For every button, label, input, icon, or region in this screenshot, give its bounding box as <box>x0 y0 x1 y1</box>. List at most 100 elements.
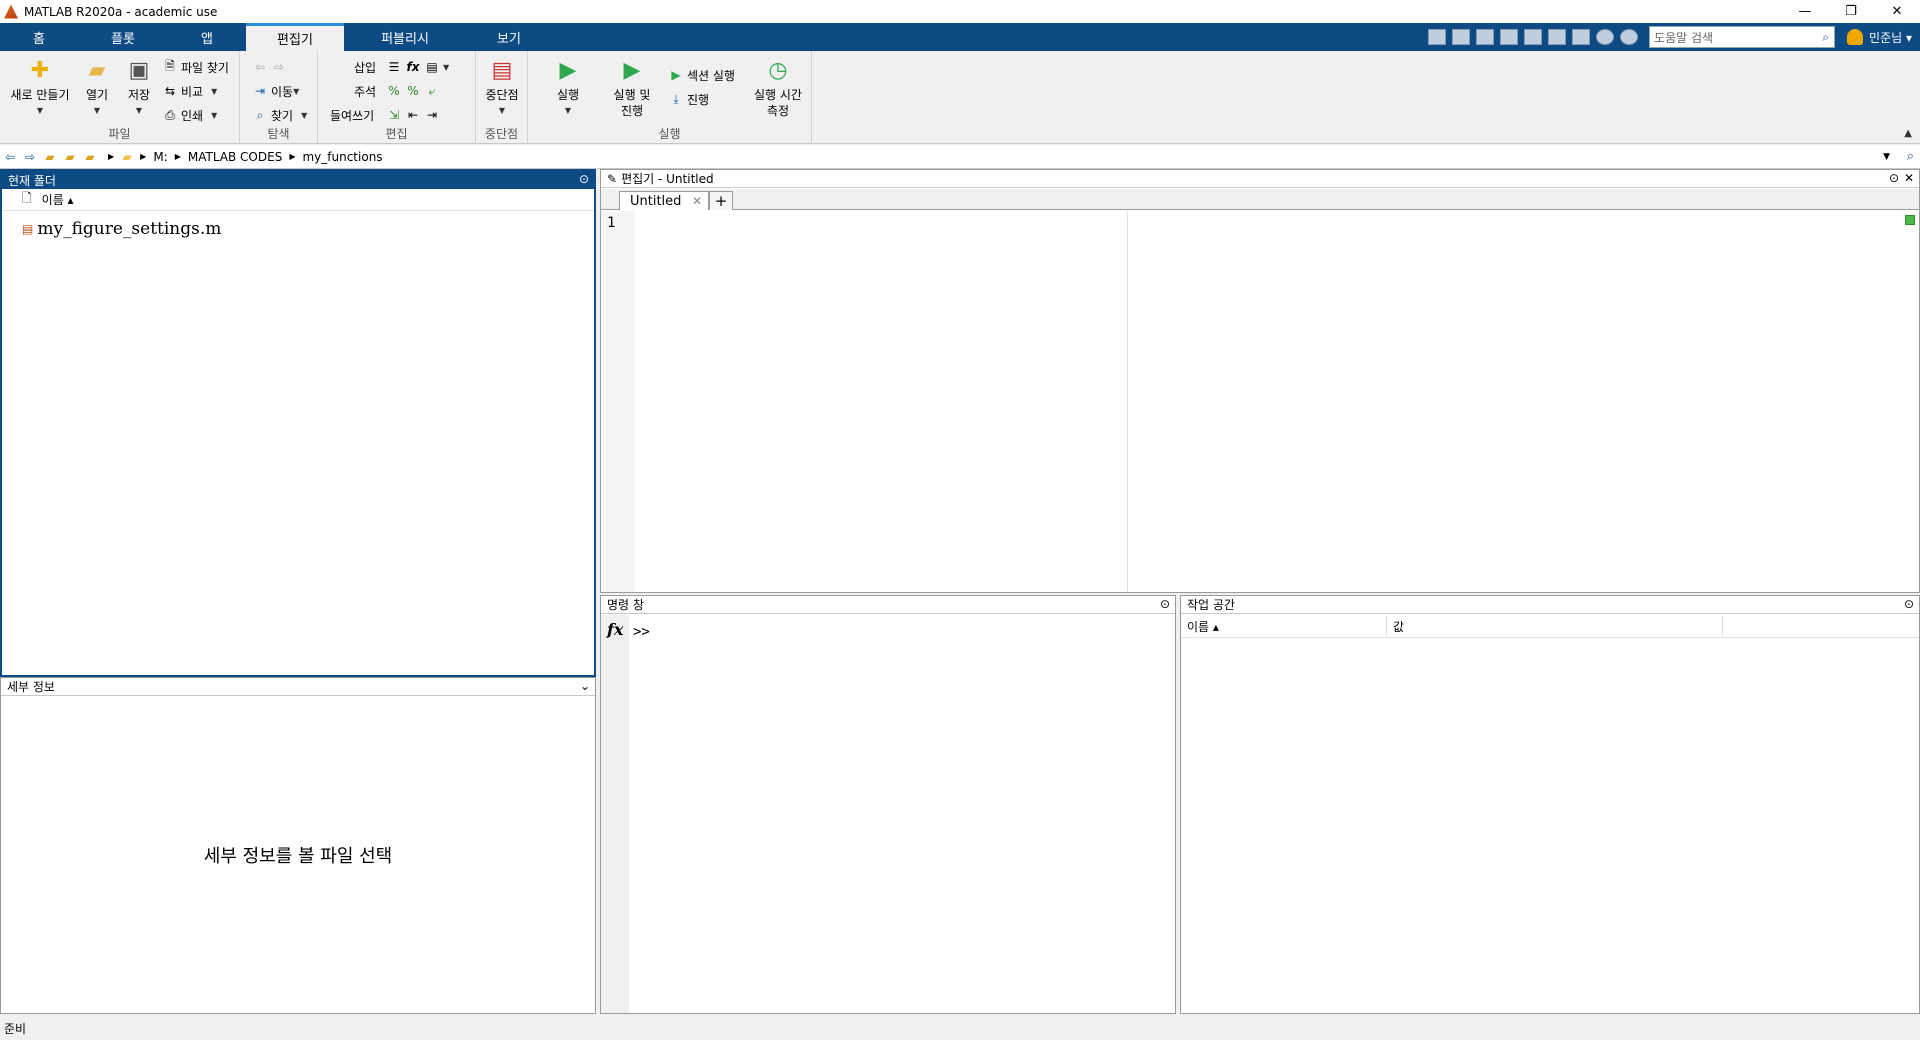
up-one-level-icon[interactable]: ▰ <box>42 149 58 165</box>
help-search-placeholder: 도움말 검색 <box>1654 30 1714 45</box>
save-icon[interactable] <box>1428 29 1447 45</box>
tab-apps[interactable]: 앱 <box>168 23 246 51</box>
close-tab-icon[interactable]: ✕ <box>692 194 702 208</box>
run-and-advance-button[interactable]: ▶ 실행 및 진행 <box>610 57 654 119</box>
new-button[interactable]: ✚ 새로 만들기 ▼ <box>6 57 74 119</box>
paste-icon[interactable] <box>1500 29 1519 45</box>
find-button[interactable]: ⌕ 찾기 ▼ <box>252 105 308 125</box>
print-label: 인쇄 <box>181 108 204 123</box>
quick-access-menu-icon[interactable] <box>1620 29 1639 45</box>
cut-icon[interactable] <box>1452 29 1471 45</box>
open-label: 열기 <box>85 88 109 102</box>
forward-arrow-icon: ⇨ <box>273 60 285 74</box>
open-button[interactable]: ▰ 열기 ▼ <box>80 57 114 119</box>
run-time-label-2: 측정 <box>766 104 790 118</box>
new-label: 새로 만들기 <box>10 88 70 102</box>
current-folder-column-header[interactable]: 🗋 이름 ▴ <box>2 189 594 211</box>
back-forward-buttons[interactable]: ⇦ ⇨ <box>252 57 290 77</box>
chevron-right-icon[interactable]: ▶ <box>175 152 181 161</box>
collapse-ribbon-icon[interactable]: ▲ <box>1904 128 1912 139</box>
chevron-right-icon[interactable]: ▶ <box>108 152 114 161</box>
user-account-menu[interactable]: 민준님 ▾ <box>1869 29 1912 46</box>
help-search-input[interactable]: 도움말 검색 ⌕ <box>1649 26 1836 48</box>
redo-icon[interactable] <box>1548 29 1567 45</box>
run-button[interactable]: ▶ 실행 ▼ <box>548 57 588 119</box>
current-folder-panel: 현재 폴더 ⊙ 🗋 이름 ▴ ▤ my_figure_settings.m <box>0 169 596 677</box>
breadcrumb-drive[interactable]: M: <box>153 150 167 164</box>
editor-tab-untitled[interactable]: Untitled ✕ <box>619 191 709 210</box>
forward-icon[interactable]: ⇨ <box>22 149 38 165</box>
workspace-col-name[interactable]: 이름 ▴ <box>1181 615 1387 638</box>
ribbon-group-edit: 삽입 주석 들여쓰기 ☰ fx ▤ ▼ % % ⤶ ⇲ ⇤ ⇥ 편집 <box>318 51 476 144</box>
run-and-time-button[interactable]: ◷ 실행 시간 측정 <box>750 57 806 119</box>
line-number-gutter: 1 <box>601 211 635 592</box>
undo-icon[interactable] <box>1524 29 1543 45</box>
chevron-down-icon[interactable]: ⌄ <box>580 679 590 693</box>
status-text: 준비 <box>4 1021 27 1036</box>
breadcrumb-matlab-codes[interactable]: MATLAB CODES <box>188 150 282 164</box>
address-dropdown-icon[interactable]: ▼ <box>1883 152 1890 162</box>
insert-section-icon[interactable]: ☰ <box>386 59 402 75</box>
uncomment-icon[interactable]: % <box>405 83 421 99</box>
advance-button[interactable]: ⤓ 진행 <box>668 89 709 109</box>
edit-row2-icons: % % ⤶ <box>386 81 443 101</box>
tab-publish[interactable]: 퍼블리시 <box>344 23 466 51</box>
goto-button[interactable]: ⇥ 이동 ▼ <box>252 81 299 101</box>
list-item[interactable]: ▤ my_figure_settings.m <box>22 219 221 239</box>
copy-icon[interactable] <box>1476 29 1495 45</box>
find-files-label: 파일 찾기 <box>181 60 229 75</box>
find-files-button[interactable]: 🗎 파일 찾기 <box>162 57 229 77</box>
compare-button[interactable]: ⇆ 비교 ▼ <box>162 81 217 101</box>
smart-indent-icon[interactable]: ⇲ <box>386 107 402 123</box>
minimize-button[interactable]: — <box>1782 0 1828 23</box>
code-editor-area[interactable] <box>635 211 1919 592</box>
indent-button[interactable]: 들여쓰기 <box>330 105 374 125</box>
panel-actions-icon[interactable]: ⊙ <box>1904 597 1914 611</box>
increase-indent-icon[interactable]: ⇥ <box>424 107 440 123</box>
print-button[interactable]: ⎙ 인쇄 ▼ <box>162 105 217 125</box>
switch-windows-icon[interactable] <box>1572 29 1591 45</box>
tab-plots[interactable]: 플롯 <box>78 23 168 51</box>
details-header: 세부 정보 ⌄ <box>1 678 595 696</box>
help-icon[interactable] <box>1596 29 1615 45</box>
editor-title: 편집기 - Untitled <box>621 172 714 186</box>
right-margin-line <box>1127 211 1128 592</box>
tab-editor[interactable]: 편집기 <box>246 23 344 51</box>
browse-folder-icon[interactable]: ▰ <box>62 149 78 165</box>
tab-view[interactable]: 보기 <box>466 23 552 51</box>
search-icon[interactable]: ⌕ <box>1907 149 1914 164</box>
code-analyzer-status-icon[interactable] <box>1905 215 1915 225</box>
fx-function-browser-icon[interactable]: fx <box>607 620 623 639</box>
fx-insert-function-icon[interactable]: fx <box>405 59 421 75</box>
insert-button[interactable]: 삽입 <box>354 57 376 77</box>
comment-percent-icon[interactable]: % <box>386 83 402 99</box>
chevron-down-icon[interactable]: ▼ <box>443 63 449 72</box>
chevron-right-icon[interactable]: ▶ <box>140 152 146 161</box>
panel-actions-icon[interactable]: ⊙ <box>579 172 589 186</box>
decrease-indent-icon[interactable]: ⇤ <box>405 107 421 123</box>
panel-actions-icon[interactable]: ⊙ <box>1889 171 1899 185</box>
new-tab-button[interactable]: + <box>709 191 733 210</box>
comment-button[interactable]: 주석 <box>354 81 376 101</box>
notification-bell-icon[interactable] <box>1847 29 1864 45</box>
printer-icon: ⎙ <box>165 107 175 122</box>
close-icon[interactable]: ✕ <box>1904 171 1914 185</box>
close-button[interactable]: ✕ <box>1874 0 1920 23</box>
folder-history-icon[interactable]: ▰ <box>82 149 98 165</box>
details-title: 세부 정보 <box>7 680 55 694</box>
back-icon[interactable]: ⇦ <box>2 149 18 165</box>
breadcrumb-my-functions[interactable]: my_functions <box>302 150 382 164</box>
tab-home[interactable]: 홈 <box>0 23 78 51</box>
insert-graphic-icon[interactable]: ▤ <box>424 59 440 75</box>
command-prompt[interactable]: >> <box>633 624 650 640</box>
panel-actions-icon[interactable]: ⊙ <box>1160 597 1170 611</box>
chevron-right-icon[interactable]: ▶ <box>289 152 295 161</box>
run-section-button[interactable]: ▶ 섹션 실행 <box>668 65 735 85</box>
breakpoints-button[interactable]: ▤ 중단점 ▼ <box>482 57 522 119</box>
save-button[interactable]: ▣ 저장 ▼ <box>122 57 156 119</box>
search-icon[interactable]: ⌕ <box>1822 30 1829 45</box>
restore-button[interactable]: ❐ <box>1828 0 1874 23</box>
wrap-comments-icon[interactable]: ⤶ <box>424 83 440 99</box>
chevron-down-icon: ▼ <box>293 86 300 96</box>
workspace-col-value[interactable]: 값 <box>1387 615 1723 638</box>
